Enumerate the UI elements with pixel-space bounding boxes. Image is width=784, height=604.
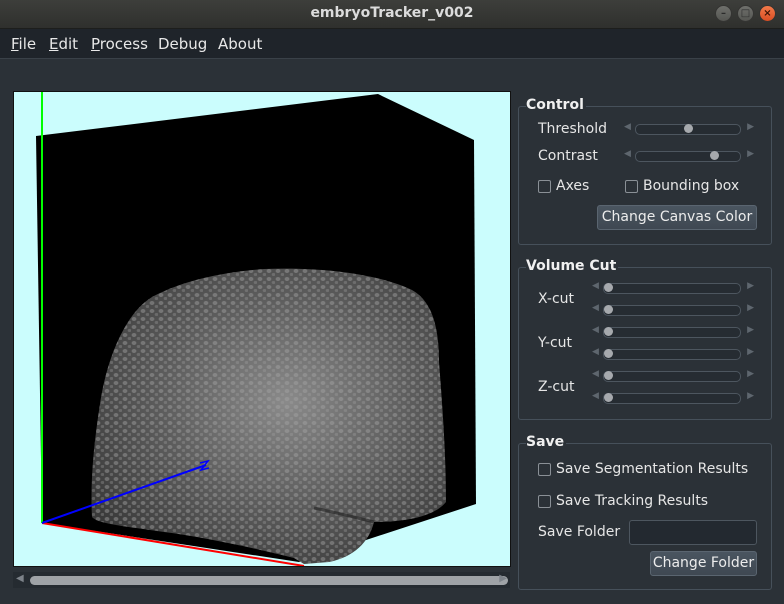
maximize-button[interactable]: □ [737, 5, 754, 22]
save-folder-field[interactable] [629, 520, 757, 545]
slider-groove [603, 349, 741, 360]
axes-checkbox[interactable] [538, 180, 551, 193]
slider-groove [603, 283, 741, 294]
slider-groove [603, 371, 741, 382]
slider-left-arrow-icon: ◀ [592, 347, 599, 357]
slider-right-arrow-icon: ▶ [747, 303, 754, 313]
slider-left-arrow-icon: ◀ [592, 281, 599, 291]
x-cut-max-slider[interactable]: ◀ ▶ [592, 303, 754, 316]
slider-knob[interactable] [604, 349, 613, 358]
window-title: embryoTracker_v002 [310, 5, 474, 21]
embryo-cells [91, 268, 447, 564]
slider-right-arrow-icon: ▶ [747, 347, 754, 357]
slider-left-arrow-icon: ◀ [592, 325, 599, 335]
x-cut-label: X-cut [538, 291, 575, 307]
scroll-right-icon[interactable]: ▶ [499, 573, 507, 584]
scroll-left-icon[interactable]: ◀ [16, 573, 24, 584]
volume-cut-title: Volume Cut [526, 258, 619, 274]
contrast-slider[interactable]: ◀ ▶ [624, 149, 754, 162]
slider-groove [603, 327, 741, 338]
slider-knob[interactable] [604, 283, 613, 292]
contrast-label: Contrast [538, 148, 598, 164]
slider-left-arrow-icon: ◀ [592, 391, 599, 401]
close-button[interactable]: × [759, 5, 776, 22]
slider-groove [635, 151, 741, 162]
slider-right-arrow-icon: ▶ [747, 369, 754, 379]
slider-knob[interactable] [604, 305, 613, 314]
axes-label: Axes [556, 178, 590, 194]
slider-right-arrow-icon: ▶ [747, 325, 754, 335]
slider-groove [603, 393, 741, 404]
slider-knob[interactable] [709, 151, 719, 160]
slider-right-arrow-icon: ▶ [747, 281, 754, 291]
bounding-box-checkbox[interactable] [625, 180, 638, 193]
slider-right-arrow-icon: ▶ [747, 391, 754, 401]
menu-debug[interactable]: Debug [158, 35, 207, 53]
slider-left-arrow-icon: ◀ [624, 122, 631, 132]
threshold-slider[interactable]: ◀ ▶ [624, 122, 754, 135]
window-controls: – □ × [715, 5, 776, 22]
slider-left-arrow-icon: ◀ [592, 369, 599, 379]
z-cut-label: Z-cut [538, 379, 575, 395]
threshold-label: Threshold [538, 121, 607, 137]
slider-knob[interactable] [604, 327, 613, 336]
x-cut-min-slider[interactable]: ◀ ▶ [592, 281, 754, 294]
slider-right-arrow-icon: ▶ [747, 122, 754, 132]
y-cut-label: Y-cut [538, 335, 573, 351]
z-cut-max-slider[interactable]: ◀ ▶ [592, 391, 754, 404]
horizontal-scrollbar[interactable]: ◀ ▶ [13, 572, 510, 588]
menu-file[interactable]: File [11, 35, 36, 53]
menu-process[interactable]: Process [91, 35, 148, 53]
menu-bar: File Edit Process Debug About [0, 29, 784, 58]
menu-about[interactable]: About [218, 35, 262, 53]
save-title: Save [526, 434, 567, 450]
volume-render [14, 92, 510, 567]
control-title: Control [526, 97, 586, 113]
slider-knob[interactable] [604, 371, 613, 380]
slider-left-arrow-icon: ◀ [592, 303, 599, 313]
minimize-button[interactable]: – [715, 5, 732, 22]
slider-right-arrow-icon: ▶ [747, 149, 754, 159]
title-bar: embryoTracker_v002 – □ × [0, 0, 784, 29]
toolbar-separator [0, 58, 784, 59]
save-segmentation-checkbox[interactable] [538, 463, 551, 476]
change-canvas-color-button[interactable]: Change Canvas Color [597, 205, 757, 230]
save-folder-label: Save Folder [538, 524, 621, 540]
scrollbar-handle[interactable] [30, 576, 508, 585]
bounding-box-label: Bounding box [643, 178, 740, 194]
slider-groove [603, 305, 741, 316]
slider-left-arrow-icon: ◀ [624, 149, 631, 159]
volume-canvas[interactable] [13, 91, 511, 567]
save-tracking-checkbox[interactable] [538, 495, 551, 508]
y-cut-min-slider[interactable]: ◀ ▶ [592, 325, 754, 338]
save-segmentation-label: Save Segmentation Results [556, 461, 749, 477]
menu-edit[interactable]: Edit [49, 35, 78, 53]
slider-knob[interactable] [683, 124, 693, 133]
change-folder-button[interactable]: Change Folder [650, 551, 757, 576]
z-cut-min-slider[interactable]: ◀ ▶ [592, 369, 754, 382]
save-tracking-label: Save Tracking Results [556, 493, 709, 509]
y-cut-max-slider[interactable]: ◀ ▶ [592, 347, 754, 360]
slider-knob[interactable] [604, 393, 613, 402]
